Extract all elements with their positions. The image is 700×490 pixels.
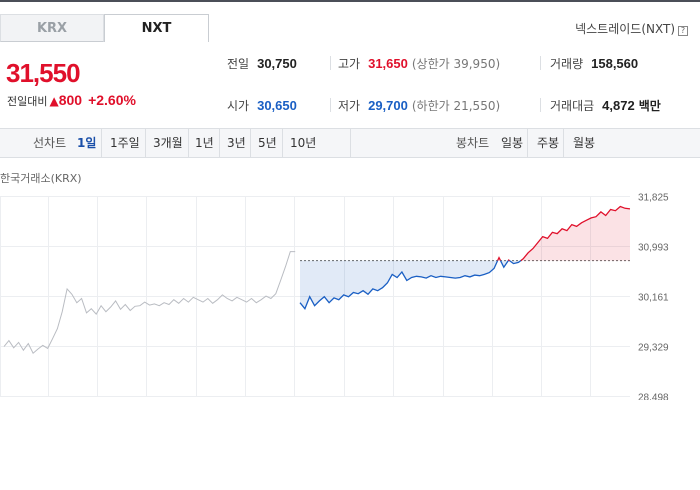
period-3y[interactable]: 3년 [227, 129, 246, 157]
y-tick-label: 30,161 [638, 293, 669, 304]
period-1d[interactable]: 1일 [77, 129, 96, 157]
period-10y[interactable]: 10년 [290, 129, 316, 157]
stat-value: 158,560 [591, 56, 639, 71]
divider [330, 98, 331, 112]
period-1w[interactable]: 1주일 [110, 129, 140, 157]
stat-value: 4,872 [602, 98, 635, 113]
divider [563, 129, 564, 157]
change-percent: +2.60% [88, 92, 136, 108]
chart-canvas: 31,825 30,993 30,161 29,329 28,498 [0, 193, 669, 401]
divider [330, 56, 331, 70]
y-tick-label: 30,993 [638, 243, 669, 254]
period-1y[interactable]: 1년 [195, 129, 214, 157]
nextrade-label: 넥스트레이드(NXT) [575, 22, 675, 36]
line-chart-label: 선차트 [33, 136, 67, 150]
divider [282, 129, 283, 157]
nextrade-link[interactable]: 넥스트레이드(NXT)? [575, 20, 688, 37]
stat-value: 29,700 [368, 98, 408, 113]
stat-open: 시가 30,650 [227, 97, 297, 114]
krx-price-line [3, 251, 296, 354]
period-5y[interactable]: 5년 [258, 129, 277, 157]
divider [540, 98, 541, 112]
stat-label: 거래대금 [550, 99, 595, 113]
top-border [0, 0, 700, 2]
tab-krx[interactable]: KRX [0, 14, 104, 42]
nxt-up-area [520, 206, 630, 261]
y-tick-label: 31,825 [638, 193, 669, 204]
stat-label: 저가 [338, 99, 361, 113]
stat-label: 전일 [227, 57, 250, 71]
stat-amount: 거래대금 4,872 백만 [550, 97, 661, 114]
divider [145, 129, 146, 157]
period-3m[interactable]: 3개월 [153, 129, 183, 157]
candle-daily[interactable]: 일봉 [501, 129, 523, 157]
candle-chart-label: 봉차트 [456, 136, 490, 150]
lower-limit: (하한가 21,550) [411, 99, 501, 113]
divider [219, 129, 220, 157]
stat-high: 고가 31,650 (상한가 39,950) [338, 55, 500, 72]
divider [250, 129, 251, 157]
tab-nxt[interactable]: NXT [104, 14, 209, 42]
stat-value: 30,750 [257, 56, 297, 71]
stat-label: 거래량 [550, 57, 584, 71]
stat-prev-close: 전일 30,750 [227, 55, 297, 72]
stat-low: 저가 29,700 (하한가 21,550) [338, 97, 500, 114]
divider [540, 56, 541, 70]
candle-monthly[interactable]: 월봉 [573, 129, 595, 157]
stat-volume: 거래량 158,560 [550, 55, 638, 72]
price-change: 전일대비 ▲800 +2.60% [7, 92, 136, 109]
stat-label: 고가 [338, 57, 361, 71]
stat-unit: 백만 [638, 99, 661, 113]
change-amount: 800 [58, 92, 83, 108]
up-triangle-icon: ▲ [49, 94, 59, 108]
current-price: 31,550 [6, 58, 81, 88]
divider [188, 129, 189, 157]
y-tick-label: 29,329 [638, 343, 669, 354]
stat-label: 시가 [227, 99, 250, 113]
upper-limit: (상한가 39,950) [411, 57, 501, 71]
change-label: 전일대비 [7, 95, 48, 108]
market-tabs: KRX NXT [0, 14, 209, 42]
y-tick-label: 28,498 [638, 393, 669, 401]
divider [350, 129, 351, 157]
divider [101, 129, 102, 157]
nxt-up-line [507, 259, 510, 262]
candle-weekly[interactable]: 주봉 [537, 129, 559, 157]
chart-toolbar: 선차트 1일 1주일 3개월 1년 3년 5년 10년 봉차트 일봉 주봉 월봉 [0, 128, 700, 158]
price-chart: 한국거래소(KRX) 31,825 30,993 30,161 29,329 28,49… [0, 160, 700, 400]
stat-value: 31,650 [368, 56, 408, 71]
stat-value: 30,650 [257, 98, 297, 113]
help-icon[interactable]: ? [678, 26, 688, 36]
divider [527, 129, 528, 157]
